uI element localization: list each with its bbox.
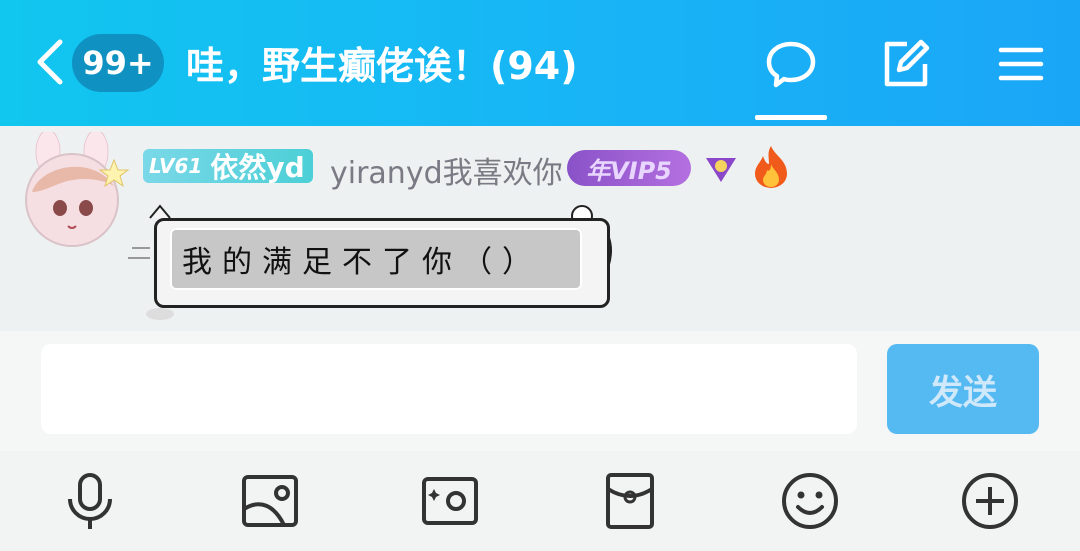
- top-bar: 99+ 哇，野生癫佬诶！(94): [0, 0, 1080, 126]
- emoji-icon[interactable]: [778, 469, 842, 533]
- vip-badge: 年VIP5: [567, 150, 691, 186]
- active-tab-indicator: [755, 115, 827, 120]
- level-tag: LV61 依然yd: [143, 149, 313, 184]
- back-icon[interactable]: [30, 36, 70, 88]
- microphone-icon[interactable]: [58, 469, 122, 533]
- chat-title: 哇，野生癫佬诶！(94): [186, 44, 578, 88]
- avatar[interactable]: [18, 129, 130, 248]
- image-icon[interactable]: [238, 469, 302, 533]
- plus-icon[interactable]: [958, 469, 1022, 533]
- level-label: LV61: [149, 154, 203, 178]
- diamond-badge-icon: [704, 152, 738, 186]
- chat-bubble-icon[interactable]: [763, 36, 819, 92]
- camera-icon[interactable]: [418, 469, 482, 533]
- sender-nickname[interactable]: yiranyd我喜欢你: [330, 148, 563, 192]
- group-name-label: 依然yd: [210, 151, 305, 184]
- message-text: 我的满足不了你（）: [170, 228, 582, 290]
- send-button[interactable]: 发送: [887, 344, 1039, 434]
- composer-toolbar: [0, 451, 1080, 551]
- edit-icon[interactable]: [877, 36, 933, 92]
- unread-count-badge[interactable]: 99+: [72, 34, 164, 92]
- menu-icon[interactable]: [993, 36, 1049, 92]
- composer: 发送: [0, 331, 1080, 451]
- fire-badge-icon: [750, 144, 792, 190]
- message-input[interactable]: [41, 344, 857, 434]
- message-bubble[interactable]: 我的满足不了你（）: [126, 198, 626, 328]
- red-packet-icon[interactable]: [598, 469, 662, 533]
- message-list[interactable]: LV61 依然yd yiranyd我喜欢你 年VIP5 我的满足不了你（）: [0, 126, 1080, 331]
